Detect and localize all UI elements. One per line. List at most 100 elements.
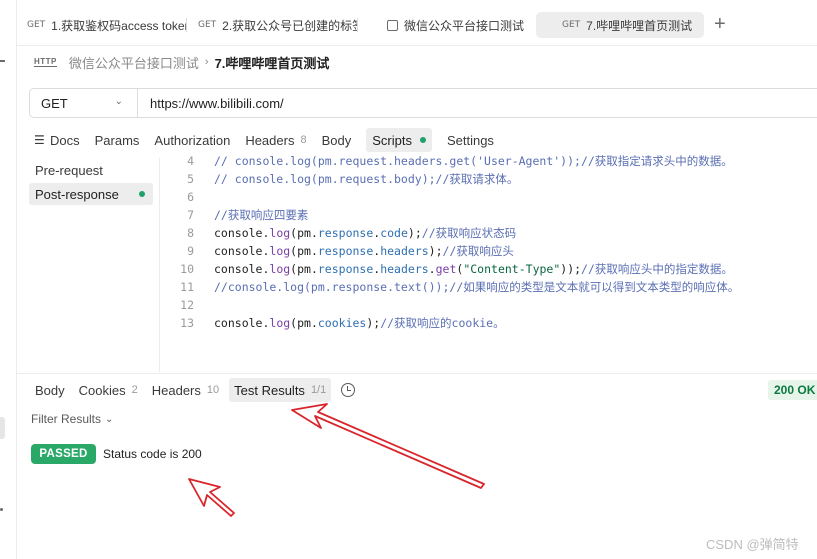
pre-request-item[interactable]: Pre-request: [29, 159, 153, 181]
tab-method: GET: [562, 20, 581, 30]
response-tab-test-results[interactable]: Test Results 1/1: [229, 378, 332, 402]
tab-settings-label: Settings: [446, 132, 494, 148]
cookies-count: 2: [131, 384, 138, 396]
code-token: // console.log(pm.request.headers.get('U…: [214, 154, 733, 168]
code-text: // console.log(pm.request.body);//获取请求体。: [214, 171, 518, 187]
script-editor[interactable]: 4 // console.log(pm.request.headers.get('…: [161, 152, 817, 372]
post-response-label: Post-response: [35, 186, 119, 202]
line-number: 6: [187, 190, 194, 204]
code-token: log: [269, 262, 291, 276]
code-token: //获取响应头中的指定数据。: [581, 262, 733, 276]
left-sidebar-strip: [0, 0, 17, 559]
url-bar: GET ⌄ https://www.bilibili.com/: [29, 88, 817, 118]
code-token: //获取响应的cookie。: [380, 316, 505, 330]
line-number: 13: [180, 316, 194, 330]
test-results-count: 1/1: [310, 384, 327, 396]
response-tab-test-results-label: Test Results: [234, 382, 305, 398]
response-tabs: Body Cookies 2 Headers 10 Test Results 1…: [35, 378, 356, 402]
line-number: 12: [180, 298, 194, 312]
code-token: console.: [214, 226, 270, 240]
code-token: response: [317, 226, 374, 240]
line-number: 7: [187, 208, 194, 222]
code-token: console.: [214, 244, 270, 258]
code-line[interactable]: 12: [161, 296, 214, 314]
tab-get-access-token[interactable]: GET 1.获取鉴权码access token: [27, 12, 187, 38]
tab-label: 1.获取鉴权码access token: [51, 18, 187, 33]
tab-collection[interactable]: 微信公众平台接口测试: [387, 12, 537, 38]
tab-authorization-label: Authorization: [154, 132, 231, 148]
code-token: code: [380, 226, 408, 240]
http-icon: HTTP: [34, 57, 57, 67]
tab-docs-label: Docs: [50, 132, 80, 148]
tab-settings[interactable]: Settings: [447, 128, 494, 152]
method-select[interactable]: GET ⌄: [30, 89, 138, 117]
code-token: );: [428, 244, 443, 258]
response-tab-body[interactable]: Body: [35, 378, 65, 402]
code-text: //console.log(pm.response.text());//如果响应…: [214, 279, 739, 295]
code-line[interactable]: 7 //获取响应四要素: [161, 206, 308, 224]
headers-count: 8: [300, 134, 307, 146]
code-line[interactable]: 11 //console.log(pm.response.text());//如果…: [161, 278, 739, 296]
tab-separator: [357, 18, 358, 32]
code-line[interactable]: 8 console.log(pm.response.code);//获取响应状态码: [161, 224, 516, 242]
tab-body-label: Body: [321, 132, 352, 148]
post-response-dot: [139, 191, 145, 197]
tab-docs[interactable]: ☰ Docs: [34, 128, 80, 152]
code-line[interactable]: 9 console.log(pm.response.headers);//获取响应…: [161, 242, 514, 260]
status-badge[interactable]: 200 OK: [768, 380, 817, 400]
tab-get-tags[interactable]: GET 2.获取公众号已创建的标签: [198, 12, 358, 38]
code-token: cookies: [317, 316, 367, 330]
history-icon[interactable]: [341, 383, 356, 397]
request-tab-bar: GET 1.获取鉴权码access token GET 2.获取公众号已创建的标…: [17, 0, 817, 46]
code-line[interactable]: 4 // console.log(pm.request.headers.get('…: [161, 152, 733, 170]
tab-label: 2.获取公众号已创建的标签: [222, 18, 358, 33]
post-response-item[interactable]: Post-response: [29, 183, 153, 205]
code-token: .: [428, 262, 436, 276]
response-tab-cookies[interactable]: Cookies 2: [79, 378, 138, 402]
code-token: // console.log(pm.request.body);//获取请求体。: [214, 172, 519, 186]
code-token: log: [269, 316, 291, 330]
pane-divider[interactable]: [17, 373, 817, 374]
annotation-arrow-passed: [188, 478, 235, 517]
tab-authorization[interactable]: Authorization: [154, 128, 230, 152]
response-tab-headers[interactable]: Headers 10: [152, 378, 219, 402]
breadcrumb-current[interactable]: 7.哔哩哔哩首页测试: [215, 53, 330, 72]
tab-headers[interactable]: Headers 8: [245, 128, 306, 152]
tab-scripts[interactable]: Scripts: [366, 128, 432, 152]
scripts-active-dot: [419, 137, 426, 143]
code-line[interactable]: 10 console.log(pm.response.headers.get("C…: [161, 260, 733, 278]
code-token: console.: [214, 262, 270, 276]
code-token: console.: [214, 316, 270, 330]
line-number: 8: [187, 226, 194, 240]
code-line[interactable]: 6: [161, 188, 214, 206]
script-phase-panel: Pre-request Post-response: [29, 158, 160, 372]
filter-results-label: Filter Results: [31, 412, 102, 426]
line-number: 10: [180, 262, 194, 276]
breadcrumb: HTTP 微信公众平台接口测试 › 7.哔哩哔哩首页测试: [34, 52, 329, 72]
code-line[interactable]: 5 // console.log(pm.request.body);//获取请求体…: [161, 170, 518, 188]
tab-method: GET: [198, 20, 217, 30]
sidebar-selected-indicator[interactable]: [0, 417, 5, 439]
tab-params[interactable]: Params: [95, 128, 140, 152]
sidebar-marker: [0, 60, 5, 62]
code-token: (pm.: [290, 316, 318, 330]
breadcrumb-parent[interactable]: 微信公众平台接口测试: [69, 53, 199, 72]
code-text: console.log(pm.response.headers);//获取响应头: [214, 243, 514, 259]
tab-bilibili-home[interactable]: GET 7.哔哩哔哩首页测试: [536, 12, 704, 38]
tab-method: GET: [27, 20, 46, 30]
chevron-down-icon: ⌄: [105, 413, 114, 425]
url-input[interactable]: https://www.bilibili.com/: [138, 96, 284, 111]
test-result-row: PASSED Status code is 200: [31, 444, 202, 464]
line-number: 4: [187, 154, 194, 168]
line-number: 11: [180, 280, 194, 294]
filter-results-dropdown[interactable]: Filter Results ⌄: [31, 412, 113, 426]
code-token: //获取响应四要素: [214, 208, 309, 222]
code-token: );: [366, 316, 381, 330]
line-number: 9: [187, 244, 194, 258]
new-tab-plus-icon[interactable]: +: [714, 14, 726, 34]
annotation-arrow-test-results: [291, 403, 485, 489]
code-line[interactable]: 13 console.log(pm.cookies);//获取响应的cookie。: [161, 314, 505, 332]
code-text: console.log(pm.cookies);//获取响应的cookie。: [214, 315, 505, 331]
tab-body[interactable]: Body: [322, 128, 352, 152]
code-text: //获取响应四要素: [214, 207, 308, 223]
